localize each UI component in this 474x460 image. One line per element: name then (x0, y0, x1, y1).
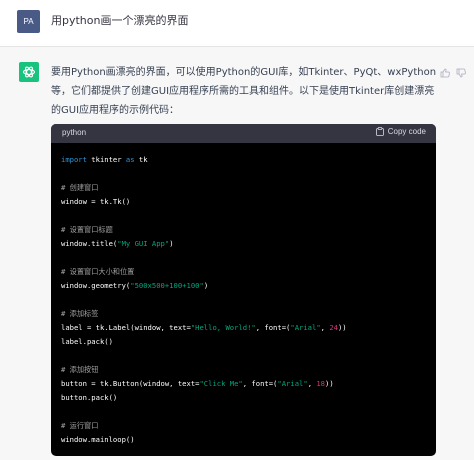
code-line: button = tk.Button(window, text="Click M… (61, 379, 334, 388)
code-line: label = tk.Label(window, text="Hello, Wo… (61, 323, 347, 332)
openai-logo-icon (22, 66, 36, 78)
code-line: window.geometry("500x500+100+100") (61, 281, 209, 290)
thumbs-down-icon[interactable] (456, 63, 466, 78)
copy-code-label: Copy code (387, 127, 426, 136)
code-line: label.pack() (61, 337, 113, 346)
user-message-text: 用python画一个漂亮的界面 (51, 14, 189, 27)
code-header: python Copy code (51, 124, 436, 143)
code-comment: # 创建窗口 (61, 183, 99, 192)
code-language-label: python (62, 128, 87, 137)
code-line: window.title("My GUI App") (61, 239, 174, 248)
code-line: window = tk.Tk() (61, 197, 131, 206)
code-line: button.pack() (61, 393, 118, 402)
code-line: window.mainloop() (61, 435, 135, 444)
clipboard-icon (375, 127, 384, 136)
code-comment: # 添加标签 (61, 309, 99, 318)
user-message-row: PA 用python画一个漂亮的界面 (0, 0, 474, 46)
assistant-message-row: 要用Python画漂亮的界面，可以使用Python的GUI库，如Tkinter、… (0, 46, 474, 460)
thumbs-up-icon[interactable] (440, 63, 450, 78)
assistant-answer-text: 要用Python画漂亮的界面，可以使用Python的GUI库，如Tkinter、… (51, 67, 437, 116)
code-line: import tkinter as tk (61, 155, 148, 164)
code-comment: # 设置窗口大小和位置 (61, 267, 135, 276)
code-comment: # 添加按钮 (61, 365, 99, 374)
code-body: import tkinter as tk # 创建窗口 window = tk.… (51, 143, 436, 447)
code-block: python Copy code import tkinter as tk # … (51, 124, 436, 456)
assistant-avatar (19, 62, 39, 82)
feedback-actions (440, 63, 466, 78)
user-avatar: PA (17, 10, 40, 33)
code-comment: # 运行窗口 (61, 421, 99, 430)
code-comment: # 设置窗口标题 (61, 225, 113, 234)
copy-code-button[interactable]: Copy code (375, 127, 426, 136)
